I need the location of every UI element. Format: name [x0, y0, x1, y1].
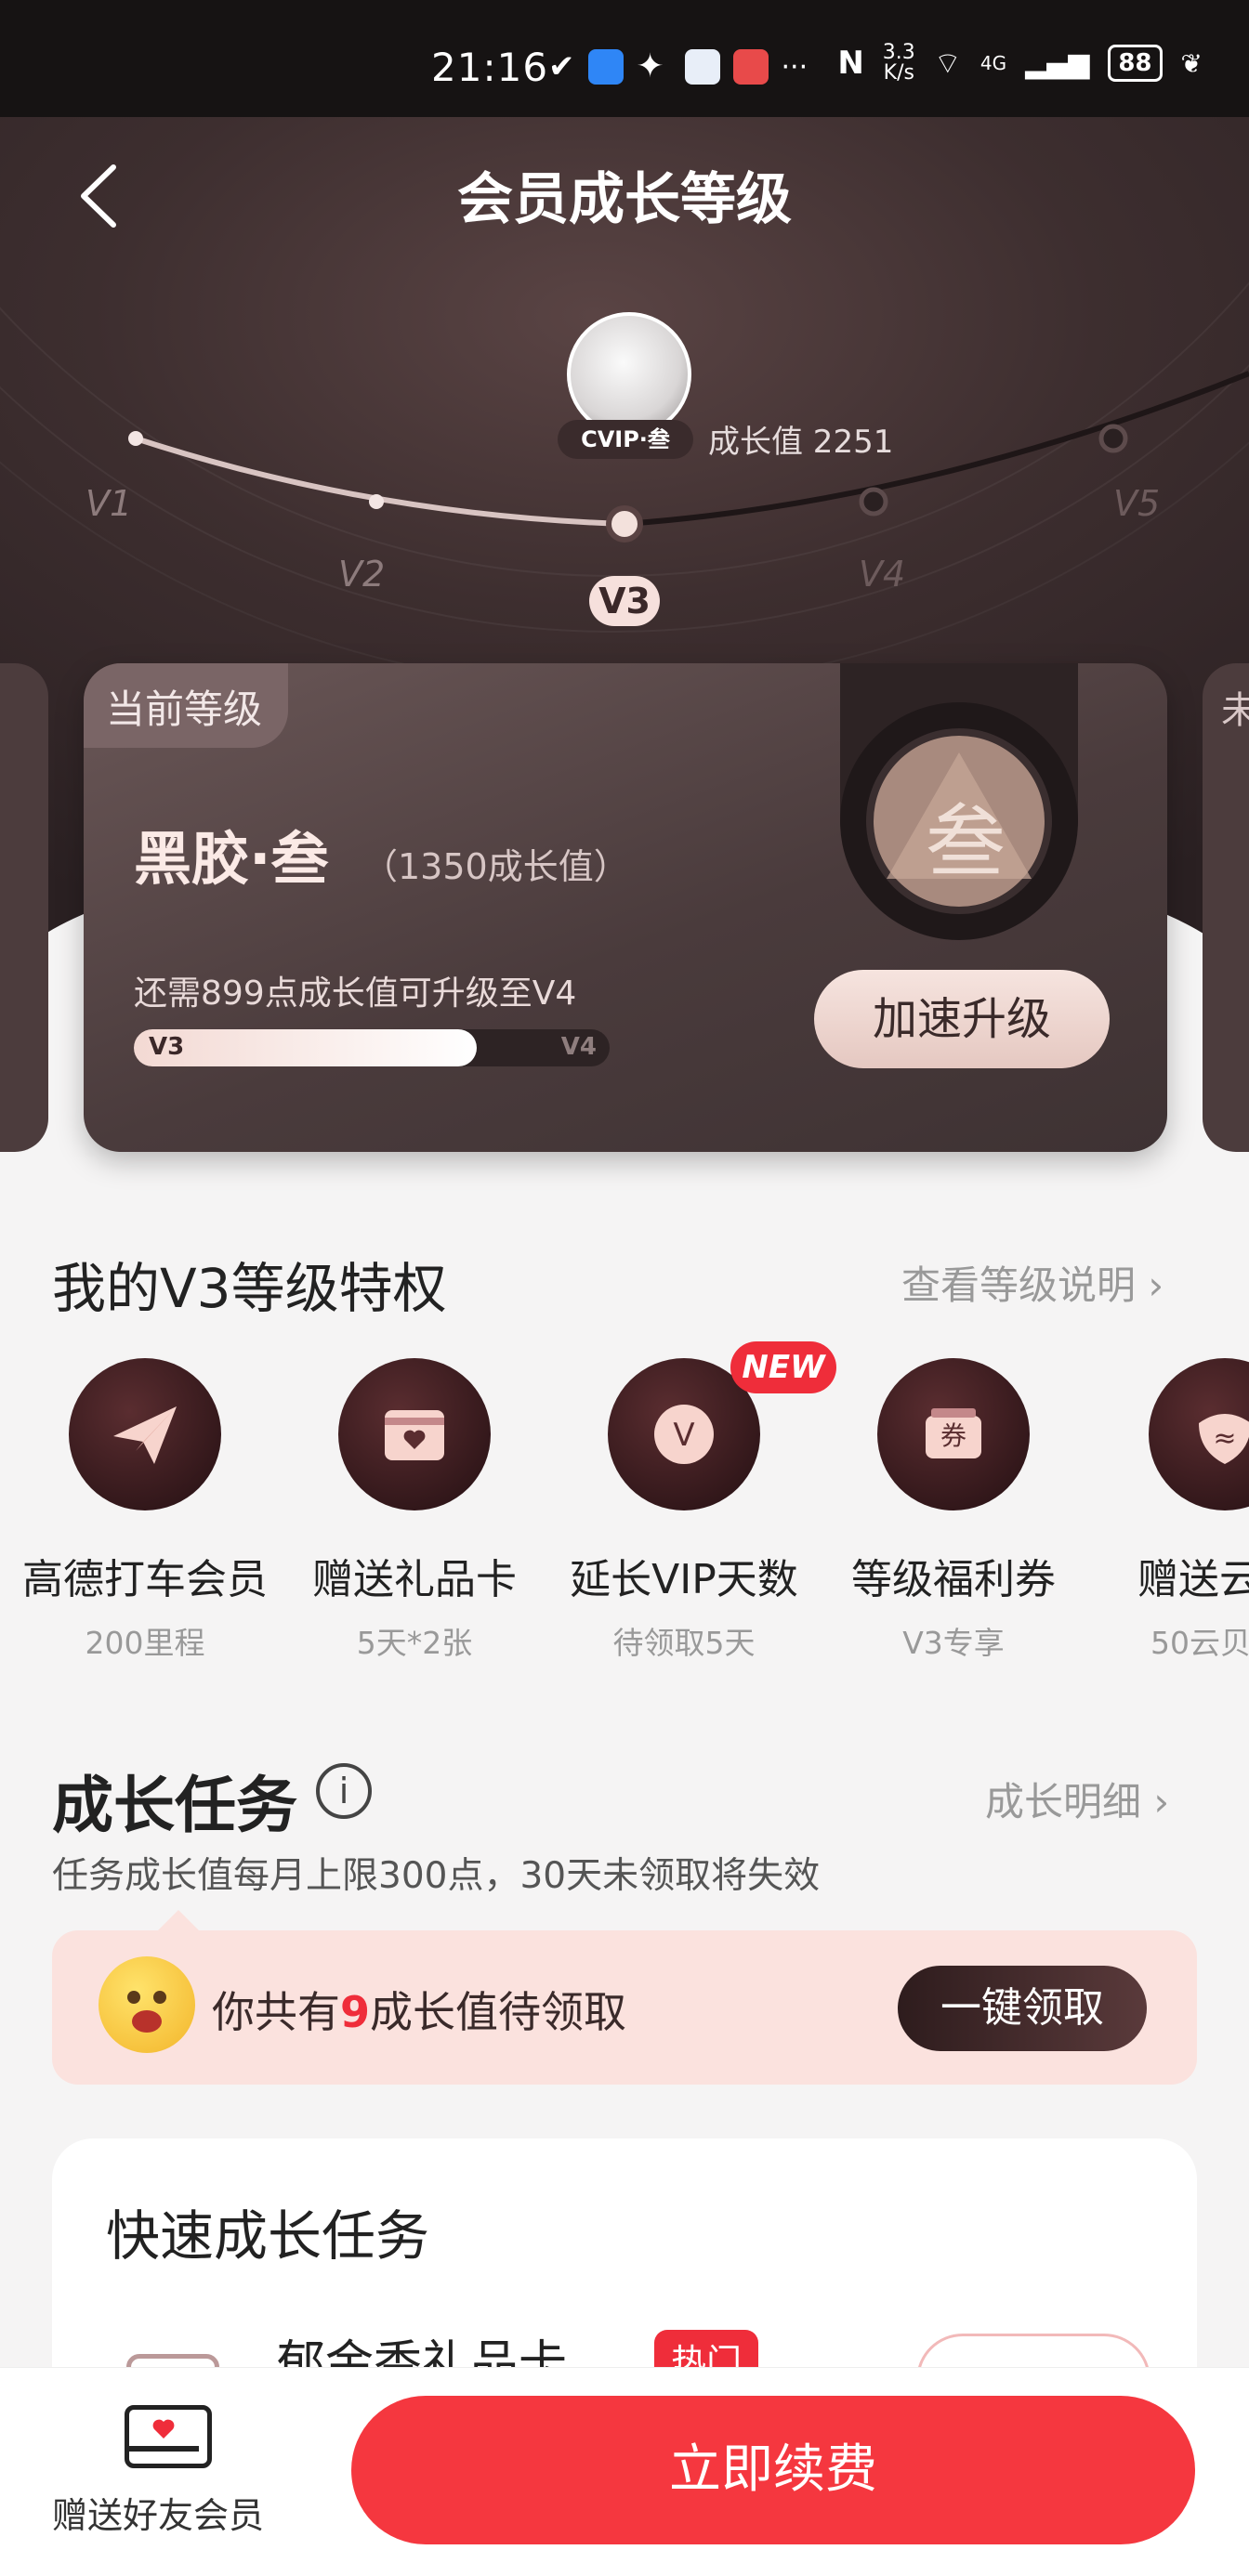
privilege-name: 等级福利券 [851, 1556, 1056, 1603]
status-right: N 3.3 K/s ⌔ 4G ▂▄▆ 88 ❦ [837, 43, 1203, 84]
claim-suffix: 成长值待领取 [370, 1987, 627, 2037]
gift-card-icon [338, 1358, 491, 1510]
net-speed: 3.3 K/s [882, 41, 915, 85]
task-hint: 任务成长值每月上限300点，30天未领取将失效 [52, 1855, 821, 1897]
level-explanation-label: 查看等级说明 [901, 1262, 1137, 1308]
privilege-name: 赠送礼品卡 [312, 1556, 517, 1603]
next-level-card[interactable]: 未 [1203, 663, 1249, 1152]
renew-button[interactable]: 立即续费 [351, 2396, 1195, 2544]
prev-level-card[interactable] [0, 663, 48, 1152]
status-time: 21:16 [431, 45, 549, 90]
level-progress-bar: V3 V4 [134, 1029, 610, 1066]
claim-prefix: 你共有 [212, 1987, 340, 2037]
book-app-icon [732, 49, 769, 85]
level-name: 黑胶·叁 [134, 825, 329, 893]
fast-tasks-title: 快速成长任务 [106, 2204, 430, 2268]
signal-label: 4G [979, 52, 1007, 74]
level-explanation-link[interactable]: 查看等级说明 › [901, 1254, 1164, 1311]
progress-to-label: V4 [560, 1033, 597, 1061]
level-node-v4 [859, 487, 888, 517]
tasks-title: 成长任务 [52, 1770, 297, 1841]
cloud-coin-icon: ≈ [1149, 1358, 1249, 1510]
claim-banner: 你共有9成长值待领取 一键领取 [52, 1930, 1197, 2085]
avatar[interactable] [567, 312, 691, 437]
current-level-tag: 当前等级 [84, 663, 289, 748]
claim-pointer [158, 1910, 199, 1930]
wechat-icon: ✦ [636, 47, 664, 85]
signal-icon: ▂▄▆ [1025, 46, 1090, 80]
privilege-item[interactable]: 高德打车会员 200里程 [6, 1358, 284, 1663]
claim-count: 9 [340, 1987, 371, 2037]
progress-from-label: V3 [149, 1033, 185, 1061]
level-node-v3 [606, 505, 643, 543]
cloud-app-icon [684, 49, 720, 85]
privilege-item[interactable]: ≈ 赠送云贝 50云贝 [1084, 1358, 1249, 1663]
speed-upgrade-button[interactable]: 加速升级 [814, 970, 1110, 1068]
privilege-name: 赠送云贝 [1137, 1556, 1249, 1603]
vip-badge: CVIP·叁 [558, 420, 693, 459]
paper-plane-icon [69, 1358, 221, 1510]
level-label-current: V3 [589, 576, 660, 626]
coupon-icon: 券 [877, 1358, 1030, 1510]
upgrade-hint: 还需899点成长值可升级至V4 [134, 974, 577, 1013]
growth-detail-link[interactable]: 成长明细 › [985, 1771, 1169, 1827]
level-label-v5: V5 [1113, 483, 1161, 524]
privilege-sub: 50云贝 [1150, 1625, 1249, 1661]
privilege-name: 高德打车会员 [22, 1556, 268, 1603]
chevron-right-icon: › [1153, 1779, 1170, 1824]
card-emblem-text: 叁 [926, 796, 1006, 889]
claim-text: 你共有9成长值待领取 [212, 1979, 626, 2040]
gift-friend-label: 赠送好友会员 [52, 2495, 265, 2536]
more-notifications-icon: ··· [781, 50, 809, 84]
level-label-v2: V2 [338, 554, 386, 595]
wifi-icon: ⌔ [933, 46, 962, 81]
coupon-icon-text: 券 [940, 1420, 966, 1451]
level-requirement: （1350成长值） [362, 846, 629, 887]
nfc-icon: N [837, 45, 864, 82]
growth-detail-label: 成长明细 [985, 1779, 1142, 1824]
privilege-sub: 200里程 [85, 1625, 205, 1661]
level-node-v5 [1098, 424, 1128, 453]
current-level-card[interactable]: 当前等级 叁 黑胶·叁 （1350成长值） 还需899点成长值可升级至V4 V3… [84, 663, 1167, 1152]
page-title: 会员成长等级 [457, 167, 792, 232]
privilege-sub: 待领取5天 [612, 1625, 756, 1661]
level-progress-fill [134, 1029, 477, 1066]
gift-card-icon [125, 2405, 212, 2468]
privileges-title: 我的V3等级特权 [52, 1257, 447, 1320]
privilege-sub: V3专享 [902, 1625, 1005, 1661]
battery-level: 88 [1108, 45, 1163, 82]
privilege-sub: 5天*2张 [356, 1625, 473, 1661]
next-card-tag: 未 [1221, 689, 1249, 732]
shield-app-icon [587, 49, 624, 85]
status-bar: 21:16 ✔ ✦ ··· N 3.3 K/s ⌔ 4G ▂▄▆ 88 ❦ [0, 0, 1249, 117]
privilege-item[interactable]: 赠送礼品卡 5天*2张 [275, 1358, 554, 1663]
bottom-bar: 赠送好友会员 立即续费 [0, 2367, 1249, 2576]
level-node-v1 [128, 431, 143, 446]
level-label-v1: V1 [85, 483, 133, 524]
svg-text:V: V [673, 1417, 694, 1454]
privilege-name: 延长VIP天数 [570, 1556, 798, 1603]
app-notification-icon: ✔ [548, 48, 575, 85]
claim-all-button[interactable]: 一键领取 [898, 1966, 1147, 2051]
emoji-face-icon [99, 1956, 195, 2053]
privilege-item[interactable]: V 延长VIP天数 待领取5天 [545, 1358, 823, 1663]
privilege-item[interactable]: 券 等级福利券 V3专享 [814, 1358, 1093, 1663]
leaf-icon: ❦ [1180, 47, 1203, 79]
growth-value: 成长值 2251 [708, 424, 894, 461]
svg-text:≈: ≈ [1213, 1422, 1236, 1455]
info-icon[interactable]: i [316, 1763, 372, 1819]
chevron-right-icon: › [1148, 1262, 1164, 1308]
notification-icons: ✔ ✦ ··· [548, 48, 808, 85]
level-node-v2 [369, 494, 384, 509]
level-label-v4: V4 [859, 554, 906, 595]
